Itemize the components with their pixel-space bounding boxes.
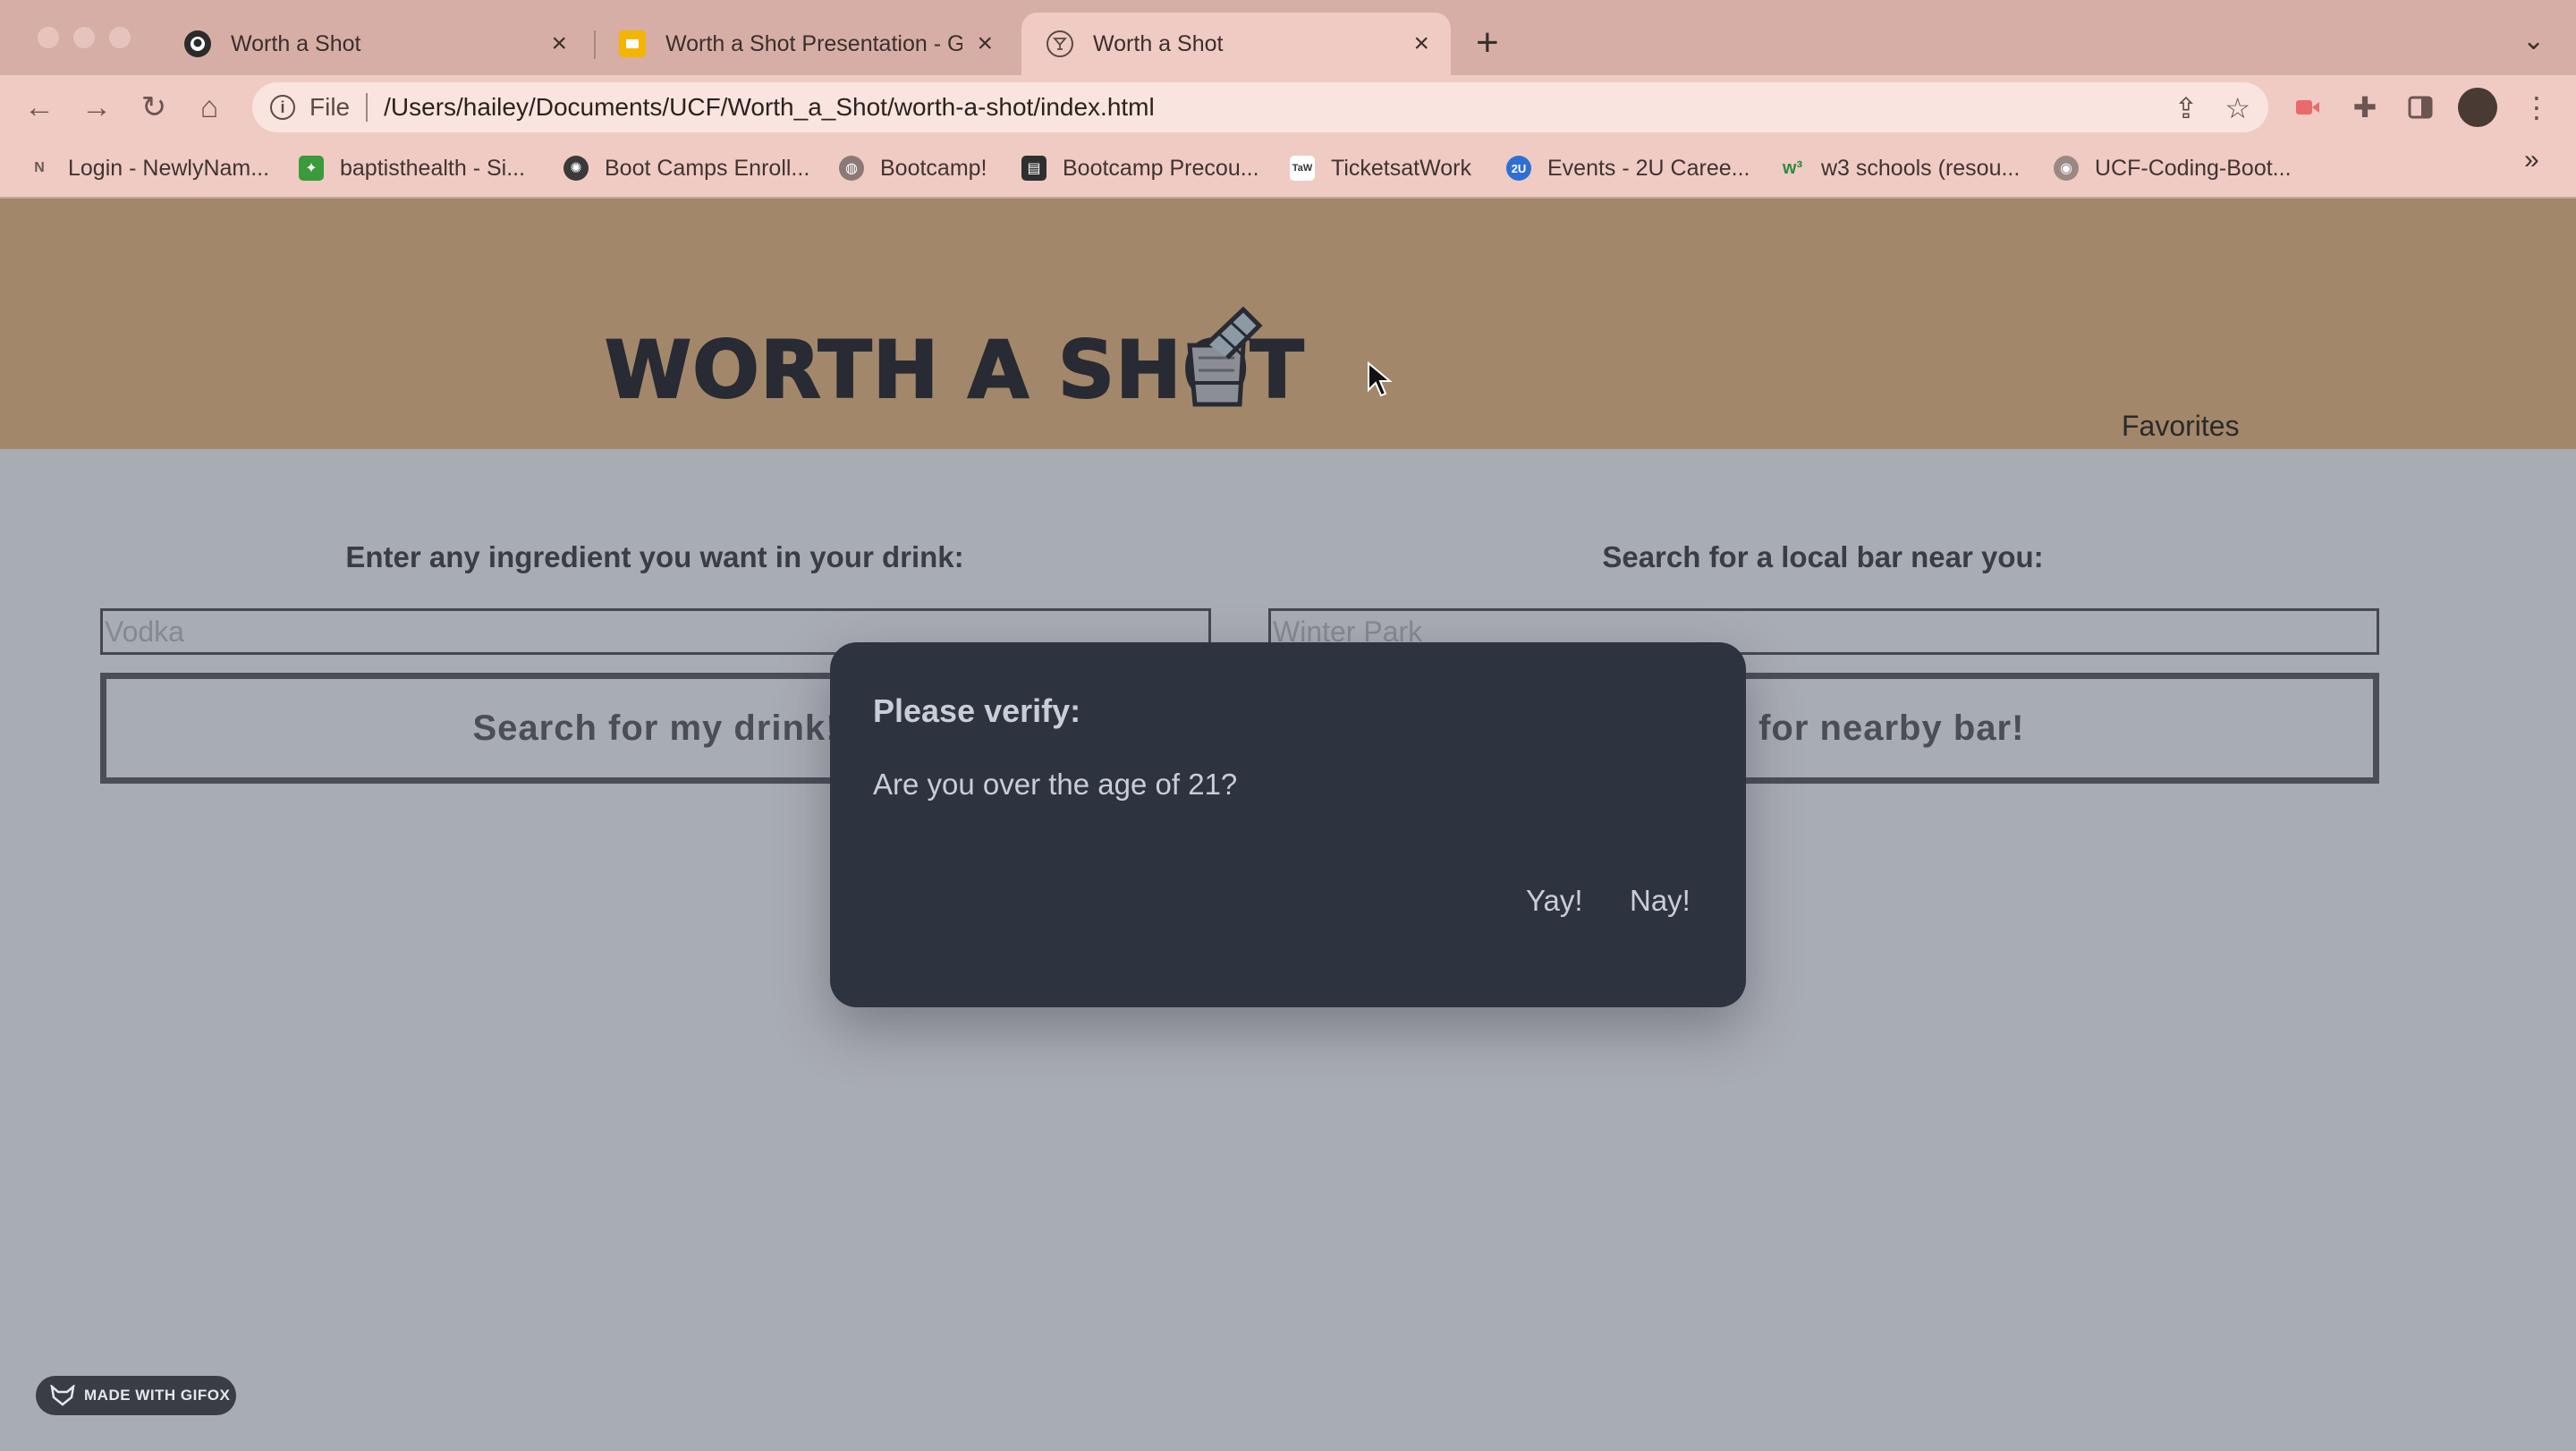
bookmark-label: Login - NewlyNam... xyxy=(68,155,270,181)
age-verification-modal: Please verify: Are you over the age of 2… xyxy=(830,642,1746,1007)
forward-arrow-icon[interactable]: → xyxy=(77,88,116,127)
extensions-puzzle-icon[interactable]: ✚ xyxy=(2343,86,2386,129)
yes-button[interactable]: Yay! xyxy=(1526,884,1583,918)
bookmark-label: Events - 2U Caree... xyxy=(1547,155,1750,181)
screen-recorder-icon[interactable] xyxy=(2286,86,2329,129)
browser-toolbar: ← → ↻ ⌂ i File /Users/hailey/Documents/U… xyxy=(0,75,2576,140)
gifox-badge: MADE WITH GIFOX xyxy=(36,1376,236,1415)
address-bar[interactable]: i File /Users/hailey/Documents/UCF/Worth… xyxy=(252,82,2268,132)
tab-title: Worth a Shot xyxy=(231,30,361,56)
w3-icon: w³ xyxy=(1782,157,1803,178)
taw-icon: TaW xyxy=(1290,156,1315,181)
github-icon xyxy=(184,30,211,57)
ingredient-placeholder: Vodka xyxy=(105,615,184,648)
reload-icon[interactable]: ↻ xyxy=(134,88,174,127)
bookmark-item[interactable]: ◍ Bootcamp! xyxy=(839,152,987,184)
bookmark-item[interactable]: ▤ Bootcamp Precou... xyxy=(1021,152,1259,184)
bookmark-item[interactable]: w³ w3 schools (resou... xyxy=(1780,152,2020,184)
bookmark-label: Boot Camps Enroll... xyxy=(605,155,810,181)
favorites-link[interactable]: Favorites xyxy=(2122,410,2240,443)
bookmarks-overflow-icon[interactable]: » xyxy=(2524,145,2539,175)
tab-worth-a-shot-active[interactable]: Worth a Shot × xyxy=(1021,13,1451,75)
home-icon[interactable]: ⌂ xyxy=(190,88,229,127)
bookmark-item[interactable]: N Login - NewlyNam... xyxy=(27,152,269,184)
mouse-cursor-icon xyxy=(1368,361,1392,397)
bookmark-item[interactable]: 2U Events - 2U Caree... xyxy=(1506,152,1750,184)
bookmark-item[interactable]: ✦ baptisthealth - Si... xyxy=(299,152,525,184)
url-text[interactable]: /Users/hailey/Documents/UCF/Worth_a_Shot… xyxy=(384,93,1155,122)
window-zoom-control[interactable] xyxy=(109,27,131,48)
2u-icon: 2U xyxy=(1506,156,1531,181)
newlynamed-icon: N xyxy=(34,160,45,175)
chevron-down-icon[interactable]: ⌄ xyxy=(2522,25,2545,56)
book-icon: ▤ xyxy=(1021,156,1046,181)
github-icon: ◉ xyxy=(2054,156,2079,181)
window-minimize-control[interactable] xyxy=(73,27,95,48)
side-panel-icon[interactable] xyxy=(2399,86,2442,129)
bar-search-label: Search for a local bar near you: xyxy=(1602,540,2044,573)
tab-title: Worth a Shot Presentation - Go xyxy=(665,30,963,56)
bookmarks-bar: N Login - NewlyNam... ✦ baptisthealth - … xyxy=(0,140,2576,199)
cocktail-icon xyxy=(1046,30,1073,57)
shot-glass-icon xyxy=(1187,306,1263,407)
bookmark-item[interactable]: TaW TicketsatWork xyxy=(1290,152,1471,184)
tab-title: Worth a Shot xyxy=(1093,30,1224,56)
back-arrow-icon[interactable]: ← xyxy=(20,88,59,127)
pineapple-icon: ✦ xyxy=(299,156,324,181)
no-button[interactable]: Nay! xyxy=(1630,884,1690,918)
slides-icon xyxy=(619,30,646,57)
globe-icon: ◍ xyxy=(839,156,864,181)
tab-worth-a-shot-github[interactable]: Worth a Shot × xyxy=(159,13,589,75)
new-tab-button[interactable]: + xyxy=(1476,23,1499,63)
bookmark-label: Bootcamp! xyxy=(880,155,987,181)
kebab-menu-icon[interactable]: ⋮ xyxy=(2515,86,2558,129)
star-icon[interactable]: ☆ xyxy=(2224,91,2250,125)
close-icon[interactable]: × xyxy=(1413,29,1429,59)
address-divider xyxy=(366,93,369,122)
bookmark-label: Bootcamp Precou... xyxy=(1063,155,1259,181)
site-header: WORTH A SHOT Favorites xyxy=(0,199,2576,449)
url-scheme: File xyxy=(309,93,351,121)
close-icon[interactable]: × xyxy=(551,29,567,59)
bookmark-item[interactable]: ◉ UCF-Coding-Boot... xyxy=(2054,152,2292,184)
tab-strip: Worth a Shot × Worth a Shot Presentation… xyxy=(0,0,2576,75)
bookmark-item[interactable]: ✺ Boot Camps Enroll... xyxy=(564,152,809,184)
info-icon[interactable]: i xyxy=(270,95,295,120)
fox-icon xyxy=(50,1385,75,1406)
profile-avatar[interactable] xyxy=(2458,88,2497,127)
bookmark-label: UCF-Coding-Boot... xyxy=(2095,155,2292,181)
bookmark-label: TicketsatWork xyxy=(1331,155,1471,181)
drink-search-label: Enter any ingredient you want in your dr… xyxy=(345,540,964,573)
ucf-icon: ✺ xyxy=(564,156,589,181)
tab-presentation[interactable]: Worth a Shot Presentation - Go × xyxy=(594,13,1014,75)
share-icon[interactable]: ⇪ xyxy=(2174,91,2199,125)
close-icon[interactable]: × xyxy=(977,29,993,59)
gifox-label: MADE WITH GIFOX xyxy=(84,1387,231,1404)
bookmark-label: baptisthealth - Si... xyxy=(340,155,526,181)
bookmark-label: w3 schools (resou... xyxy=(1821,155,2021,181)
window-close-control[interactable] xyxy=(38,27,59,48)
modal-message: Are you over the age of 21? xyxy=(873,768,1238,801)
modal-title: Please verify: xyxy=(873,692,1081,729)
